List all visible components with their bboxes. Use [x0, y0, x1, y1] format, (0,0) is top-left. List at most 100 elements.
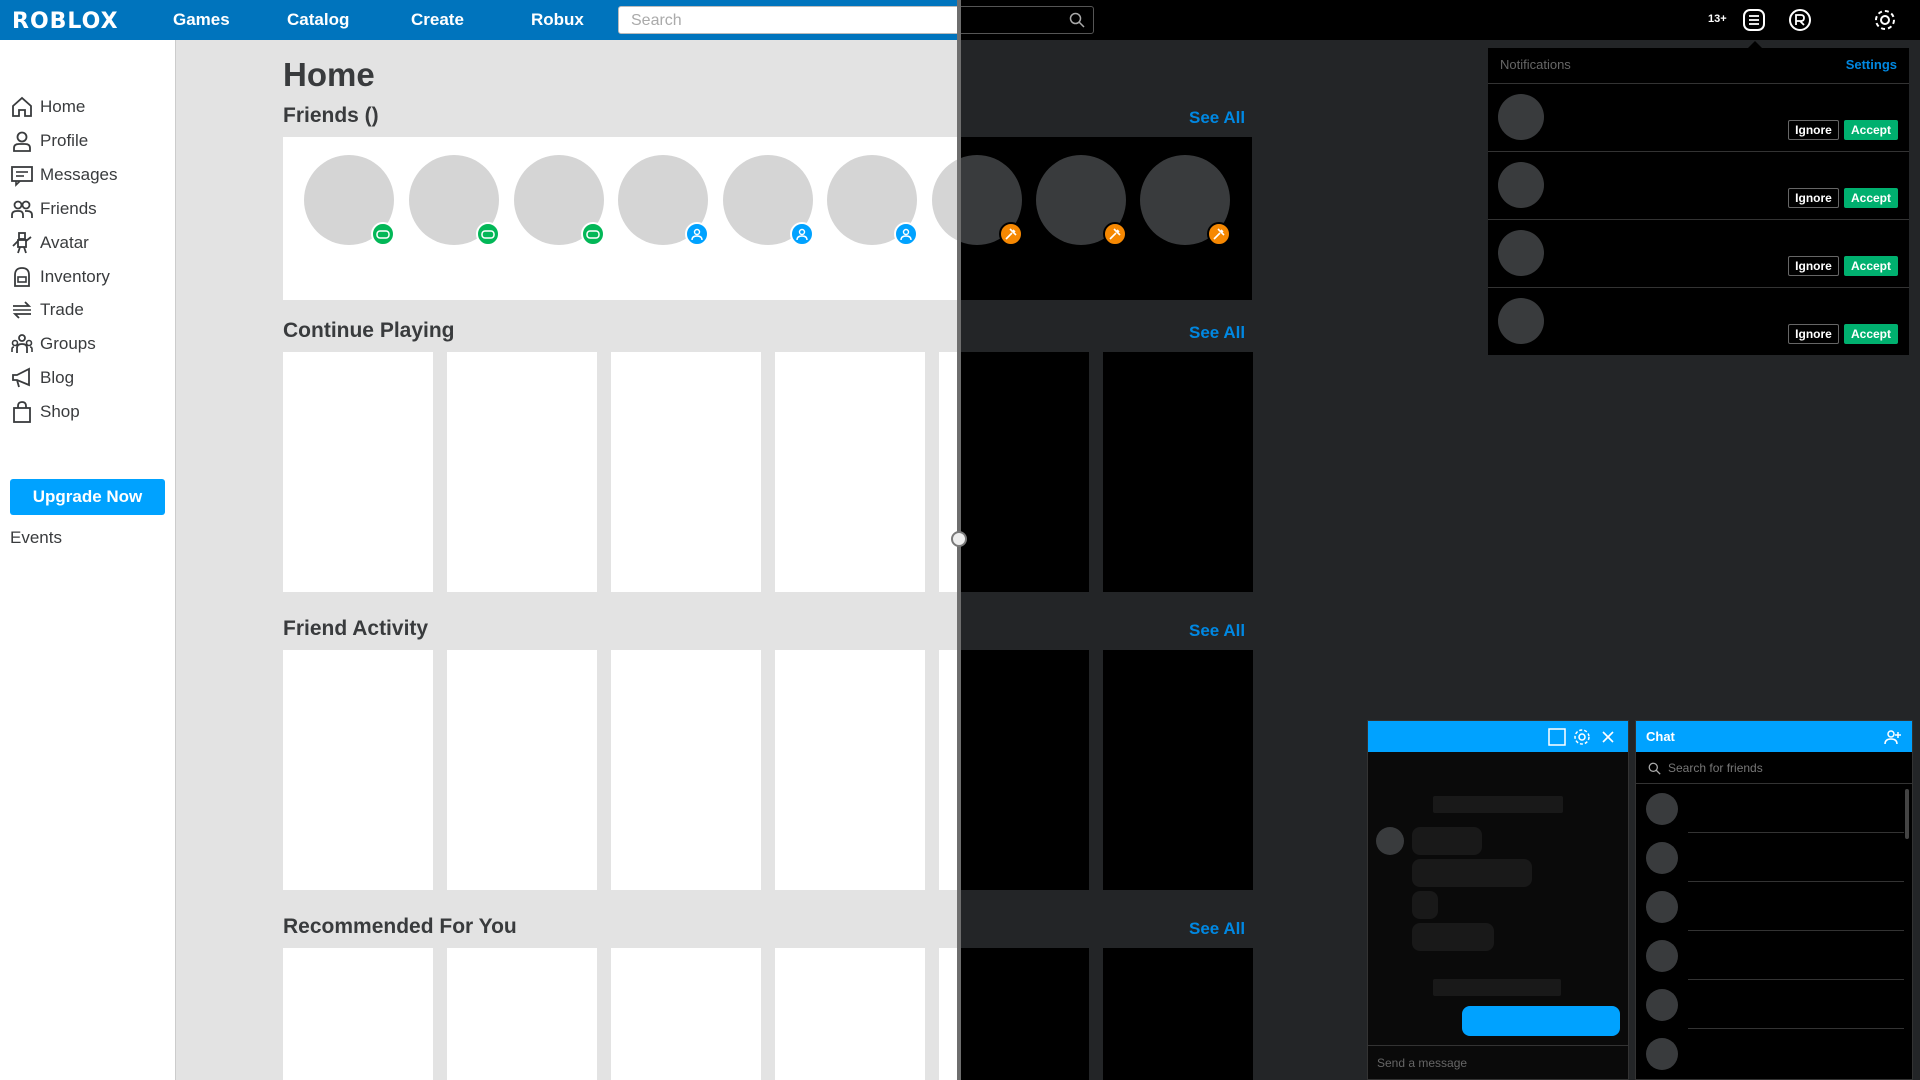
avatar [1646, 793, 1678, 825]
game-card[interactable] [960, 352, 1089, 592]
friend-avatar[interactable] [960, 155, 1023, 246]
continue-see-all-link-dark[interactable]: See All [1189, 323, 1245, 343]
game-card[interactable] [447, 948, 597, 1080]
conversation-window: Send a message [1367, 720, 1629, 1080]
chat-list-item[interactable] [1636, 784, 1912, 833]
shop-icon [13, 401, 31, 423]
notifications-icon[interactable] [1742, 8, 1766, 32]
chat-list-item[interactable] [1636, 882, 1912, 931]
sidebar-events-link[interactable]: Events [10, 528, 62, 548]
game-card[interactable] [960, 650, 1089, 890]
game-card[interactable] [775, 650, 925, 890]
nav-games-link[interactable]: Games [173, 10, 230, 30]
gear-icon[interactable] [1573, 728, 1591, 746]
close-icon[interactable] [1599, 728, 1617, 746]
game-card[interactable] [1103, 352, 1253, 592]
avatar[interactable] [1498, 230, 1544, 276]
chat-list-item[interactable] [1636, 980, 1912, 1029]
chat-list-item[interactable] [1636, 833, 1912, 882]
dark-theme-pane: 13+ See All See All See All See All Noti… [960, 0, 1920, 1080]
search-icon[interactable] [1069, 12, 1085, 28]
search-placeholder: Search [631, 12, 682, 29]
friends-see-all-link-dark[interactable]: See All [1189, 108, 1245, 128]
avatar[interactable] [1498, 162, 1544, 208]
friend-avatar[interactable] [304, 155, 395, 246]
roblox-logo[interactable]: ROBLOX [12, 9, 119, 34]
sidebar-item-trade[interactable]: Trade [10, 298, 84, 322]
ignore-button[interactable]: Ignore [1788, 256, 1839, 276]
friend-avatar[interactable] [723, 155, 814, 246]
game-card[interactable] [775, 352, 925, 592]
message-bubble [1412, 859, 1532, 887]
scrollbar[interactable] [1905, 789, 1909, 839]
avatar[interactable] [1498, 94, 1544, 140]
friend-avatar[interactable] [827, 155, 918, 246]
chat-panel: Chat Search for friends [1635, 720, 1913, 1080]
sidebar-item-friends[interactable]: Friends [10, 197, 97, 221]
studio-tools-icon [1109, 228, 1121, 240]
accept-button[interactable]: Accept [1844, 120, 1898, 140]
game-card[interactable] [447, 352, 597, 592]
friend-avatar[interactable] [932, 155, 960, 245]
sidebar-item-blog[interactable]: Blog [10, 366, 74, 390]
friend-avatar[interactable] [1140, 155, 1231, 246]
message-input[interactable]: Send a message [1368, 1045, 1628, 1079]
sidebar-item-messages[interactable]: Messages [10, 163, 117, 187]
groups-icon [11, 334, 33, 353]
friend-avatar[interactable] [618, 155, 709, 246]
sidebar-item-profile[interactable]: Profile [10, 129, 88, 153]
game-card[interactable] [611, 352, 761, 592]
game-card[interactable] [960, 948, 1089, 1080]
sidebar-item-label: Blog [40, 368, 75, 387]
minimize-icon[interactable] [1548, 728, 1566, 746]
friend-search-input[interactable]: Search for friends [1636, 752, 1912, 784]
ignore-button[interactable]: Ignore [1788, 120, 1839, 140]
friend-avatar[interactable] [409, 155, 500, 246]
accept-button[interactable]: Accept [1844, 324, 1898, 344]
sidebar-item-home[interactable]: Home [10, 95, 85, 119]
chat-list-item[interactable] [1636, 931, 1912, 980]
game-card[interactable] [283, 650, 433, 890]
comparison-drag-handle[interactable] [951, 531, 967, 547]
game-card[interactable] [775, 948, 925, 1080]
sidebar-item-shop[interactable]: Shop [10, 400, 80, 424]
sidebar-item-label: Inventory [40, 267, 110, 286]
game-card[interactable] [611, 948, 761, 1080]
search-input-dark[interactable] [960, 6, 1094, 34]
nav-robux-link[interactable]: Robux [531, 10, 584, 30]
sidebar-item-avatar[interactable]: Avatar [10, 231, 89, 255]
sidebar-item-inventory[interactable]: Inventory [10, 265, 110, 289]
friends-carousel [283, 137, 960, 300]
sidebar-item-label: Shop [40, 402, 80, 421]
game-card[interactable] [283, 948, 433, 1080]
chat-list-item[interactable] [1636, 1029, 1912, 1078]
avatar[interactable] [1498, 298, 1544, 344]
game-card[interactable] [1103, 948, 1253, 1080]
avatar-icon [12, 232, 32, 254]
nav-create-link[interactable]: Create [411, 10, 464, 30]
upgrade-now-button[interactable]: Upgrade Now [10, 479, 165, 515]
ignore-button[interactable]: Ignore [1788, 324, 1839, 344]
avatar [1646, 891, 1678, 923]
sent-message-bubble [1462, 1006, 1620, 1036]
chat-header: Chat [1636, 721, 1912, 752]
ignore-button[interactable]: Ignore [1788, 188, 1839, 208]
nav-catalog-link[interactable]: Catalog [287, 10, 349, 30]
sidebar-item-groups[interactable]: Groups [10, 332, 96, 356]
accept-button[interactable]: Accept [1844, 256, 1898, 276]
friend-avatar[interactable] [514, 155, 605, 246]
game-card[interactable] [283, 352, 433, 592]
accept-button[interactable]: Accept [1844, 188, 1898, 208]
game-card[interactable] [1103, 650, 1253, 890]
settings-gear-icon[interactable] [1872, 7, 1898, 33]
activity-see-all-link-dark[interactable]: See All [1189, 621, 1245, 641]
search-input[interactable]: Search [618, 6, 960, 34]
game-card[interactable] [611, 650, 761, 890]
notifications-settings-link[interactable]: Settings [1846, 57, 1897, 72]
add-friends-icon[interactable] [1884, 728, 1902, 746]
robux-icon[interactable] [1788, 8, 1812, 32]
game-card[interactable] [447, 650, 597, 890]
friend-avatar[interactable] [1036, 155, 1127, 246]
gamepad-icon [376, 230, 390, 239]
recommended-see-all-link-dark[interactable]: See All [1189, 919, 1245, 939]
